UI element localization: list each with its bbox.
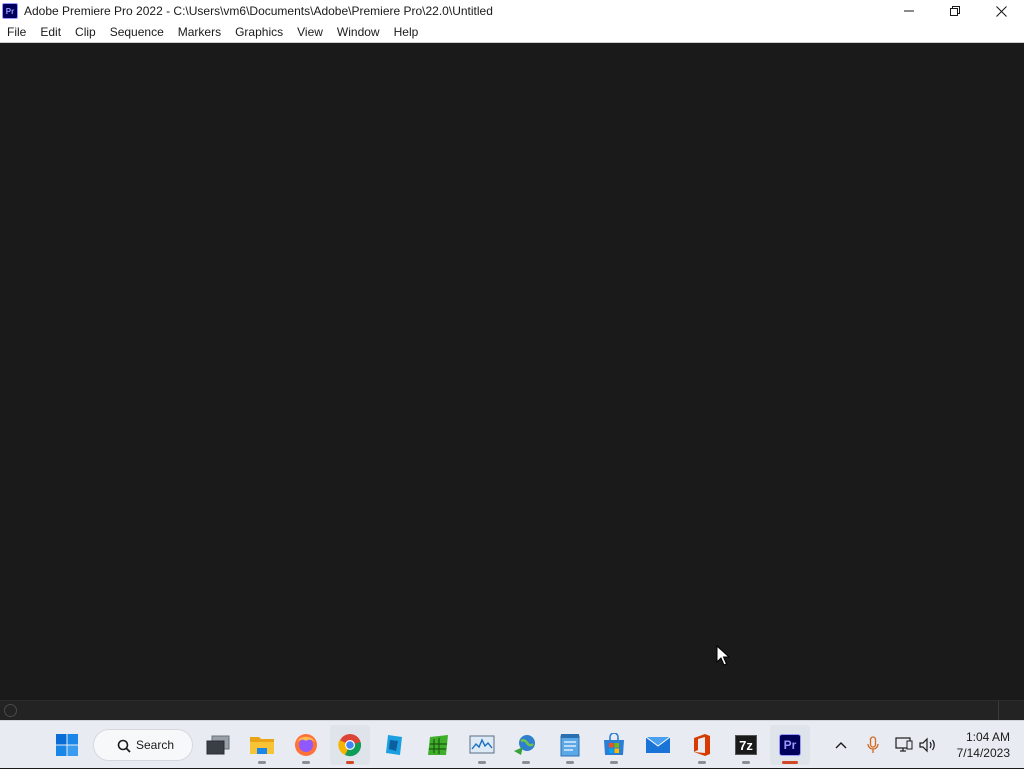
network-icon [895,737,913,752]
network-globe-button[interactable] [506,725,546,765]
search-icon [117,739,131,753]
menu-clip[interactable]: Clip [68,22,103,43]
network-globe-icon [514,735,535,755]
7zip-icon: 7z [735,735,757,755]
clock-time: 1:04 AM [965,730,1010,744]
firefox-icon [295,734,317,756]
status-bar [0,700,1024,721]
chrome-icon [338,734,361,757]
running-indicator [258,761,266,764]
running-indicator [566,761,574,764]
taskbar: Search 7z Pr 1:04 AM 7/14/2023 [0,720,1024,768]
clock-date: 7/14/2023 [956,746,1010,760]
microphone-icon [867,736,879,753]
app-blue-button[interactable] [374,725,414,765]
menu-graphics[interactable]: Graphics [228,22,290,43]
menu-edit[interactable]: Edit [33,22,68,43]
premiere-pro-icon: Pr [779,734,801,756]
office-icon [694,734,710,756]
resource-monitor-button[interactable] [462,725,502,765]
task-view-button[interactable] [198,725,238,765]
menu-sequence[interactable]: Sequence [103,22,171,43]
menu-window[interactable]: Window [330,22,387,43]
taskbar-search[interactable]: Search [93,729,193,761]
volume-icon [919,737,935,753]
show-hidden-icons-button[interactable] [830,721,852,769]
start-button[interactable] [47,725,87,765]
office-button[interactable] [682,725,722,765]
network-button[interactable] [893,721,915,769]
premiere-label: Pr [783,738,797,752]
running-indicator [522,761,530,764]
running-indicator [742,761,750,764]
menu-markers[interactable]: Markers [171,22,228,43]
notepad-icon [560,734,580,757]
minimize-icon [904,10,914,12]
mail-button[interactable] [638,725,678,765]
window-controls [886,0,1024,22]
chevron-up-icon [835,742,847,749]
restore-icon [950,6,960,16]
title-bar[interactable]: Pr Adobe Premiere Pro 2022 - C:\Users\vm… [0,0,1024,22]
workspace-area[interactable] [0,43,1024,700]
running-indicator [346,761,354,764]
task-view-icon [206,735,230,755]
microsoft-store-button[interactable] [594,725,634,765]
background-task-icon[interactable] [4,704,17,717]
spreadsheet-button[interactable] [418,725,458,765]
premiere-pro-button[interactable]: Pr [770,725,810,765]
premiere-app-icon: Pr [2,3,18,19]
notepad-button[interactable] [550,725,590,765]
resource-monitor-icon [469,735,495,754]
chrome-button[interactable] [330,725,370,765]
running-indicator [698,761,706,764]
close-icon [995,5,1007,17]
mail-icon [645,736,671,753]
system-clock[interactable]: 1:04 AM 7/14/2023 [957,729,1010,761]
window-title: Adobe Premiere Pro 2022 - C:\Users\vm6\D… [24,4,493,18]
7zip-button[interactable]: 7z [726,725,766,765]
microphone-button[interactable] [862,721,884,769]
menu-bar: File Edit Clip Sequence Markers Graphics… [0,22,1024,43]
premiere-window: Pr Adobe Premiere Pro 2022 - C:\Users\vm… [0,0,1024,721]
menu-file[interactable]: File [0,22,33,43]
microsoft-store-icon [604,733,624,755]
menu-help[interactable]: Help [387,22,426,43]
running-indicator [782,761,798,764]
running-indicator [478,761,486,764]
firefox-button[interactable] [286,725,326,765]
app-icon-text: Pr [5,6,15,16]
running-indicator [610,761,618,764]
close-button[interactable] [978,0,1024,22]
restore-button[interactable] [932,0,978,22]
file-explorer-icon [250,737,274,754]
mouse-cursor-icon [716,645,730,666]
volume-button[interactable] [917,721,939,769]
7zip-label: 7z [739,737,753,753]
file-explorer-button[interactable] [242,725,282,765]
spreadsheet-icon [428,735,448,755]
search-label: Search [136,738,175,752]
app-blue-icon [386,735,402,755]
menu-view[interactable]: View [290,22,330,43]
running-indicator [302,761,310,764]
status-divider [998,701,999,721]
minimize-button[interactable] [886,0,932,22]
start-icon [56,734,78,756]
